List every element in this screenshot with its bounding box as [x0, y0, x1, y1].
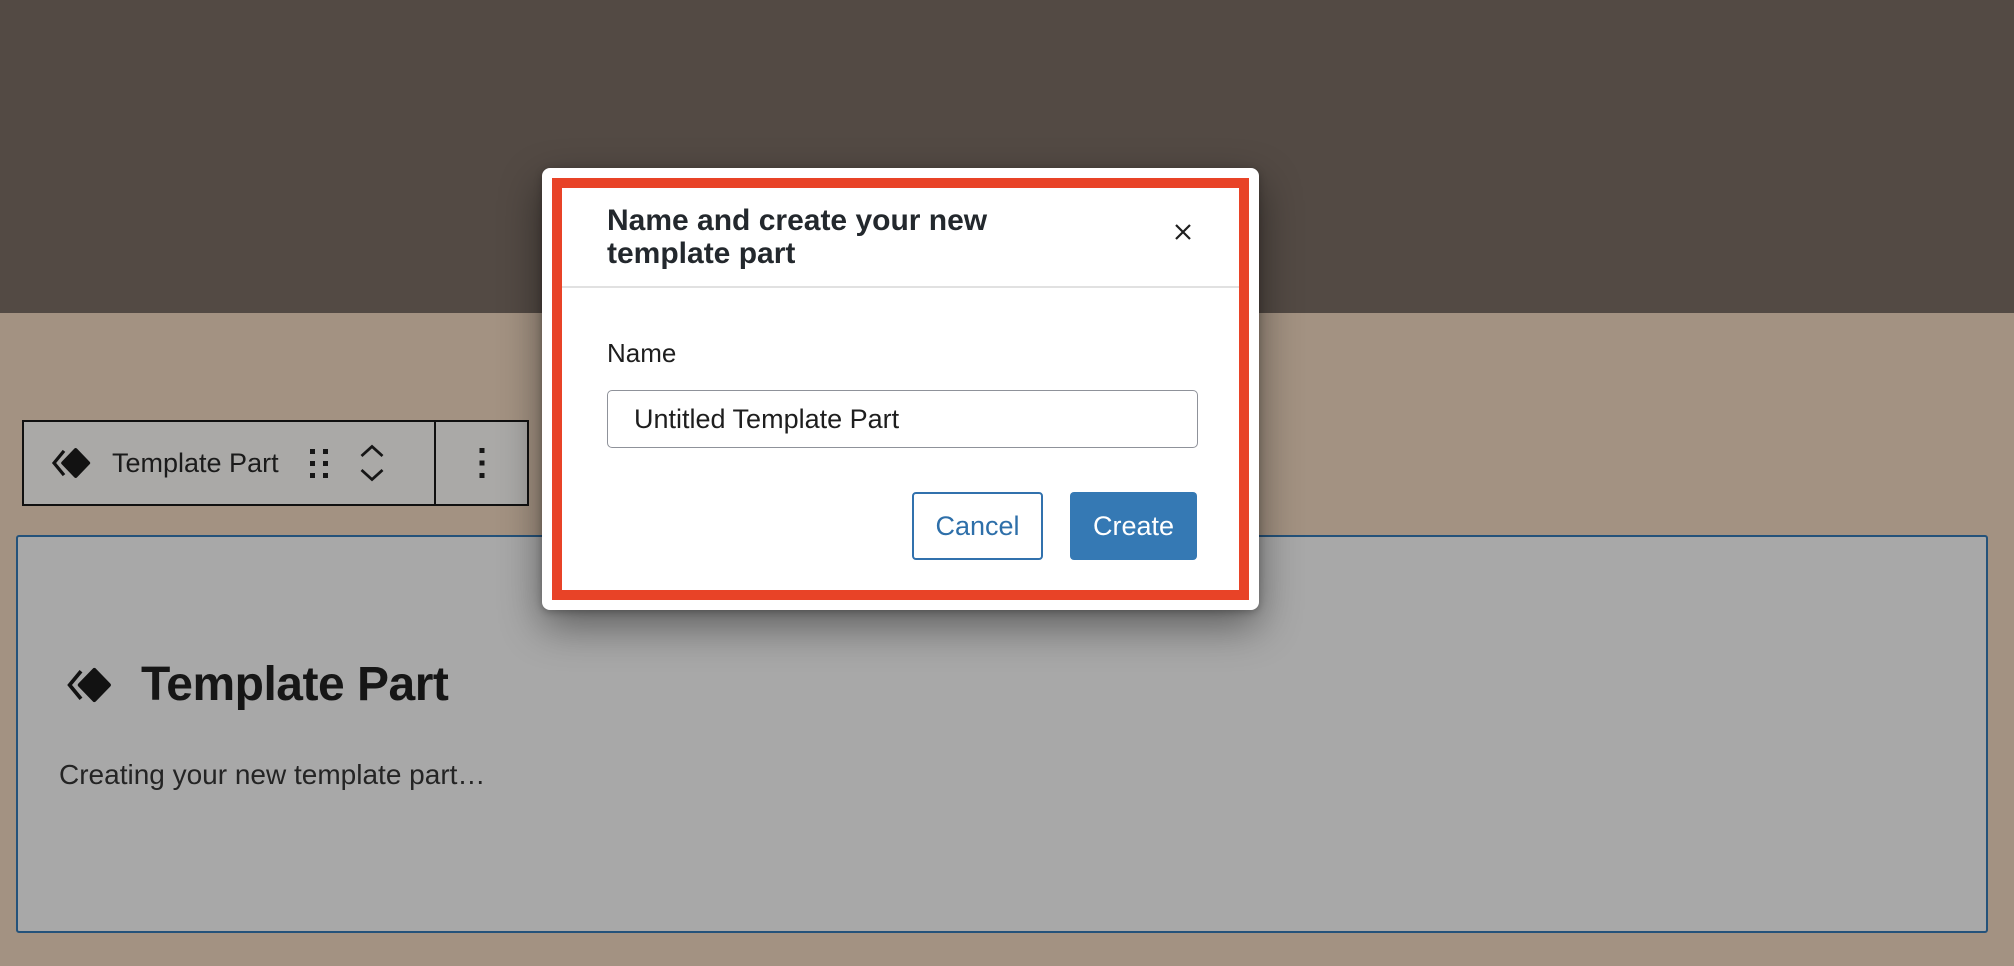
- template-part-icon: [65, 662, 113, 708]
- template-part-icon[interactable]: [50, 443, 92, 483]
- close-icon[interactable]: [1163, 212, 1203, 252]
- block-placeholder-heading: Template Part: [65, 657, 448, 712]
- block-toolbar: Template Part: [22, 420, 529, 506]
- block-mover: [359, 444, 385, 482]
- block-placeholder-status: Creating your new template part…: [59, 759, 485, 791]
- create-button[interactable]: Create: [1070, 492, 1197, 560]
- modal-actions: Cancel Create: [912, 492, 1197, 560]
- move-down-icon[interactable]: [359, 468, 385, 482]
- modal-title: Name and create your new template part: [607, 204, 1077, 270]
- block-toolbar-label: Template Part: [112, 448, 279, 479]
- modal-body: Name Cancel Create: [562, 288, 1239, 590]
- modal-header: Name and create your new template part: [562, 188, 1239, 288]
- options-menu-icon[interactable]: [436, 422, 527, 504]
- drag-handle-icon[interactable]: [305, 444, 333, 482]
- highlight-frame: Name and create your new template part N…: [552, 178, 1249, 600]
- block-placeholder-title: Template Part: [141, 657, 448, 712]
- name-input[interactable]: [607, 390, 1198, 448]
- create-template-part-modal: Name and create your new template part N…: [542, 168, 1259, 610]
- cancel-button[interactable]: Cancel: [912, 492, 1043, 560]
- move-up-icon[interactable]: [359, 444, 385, 458]
- name-field-label: Name: [607, 338, 676, 369]
